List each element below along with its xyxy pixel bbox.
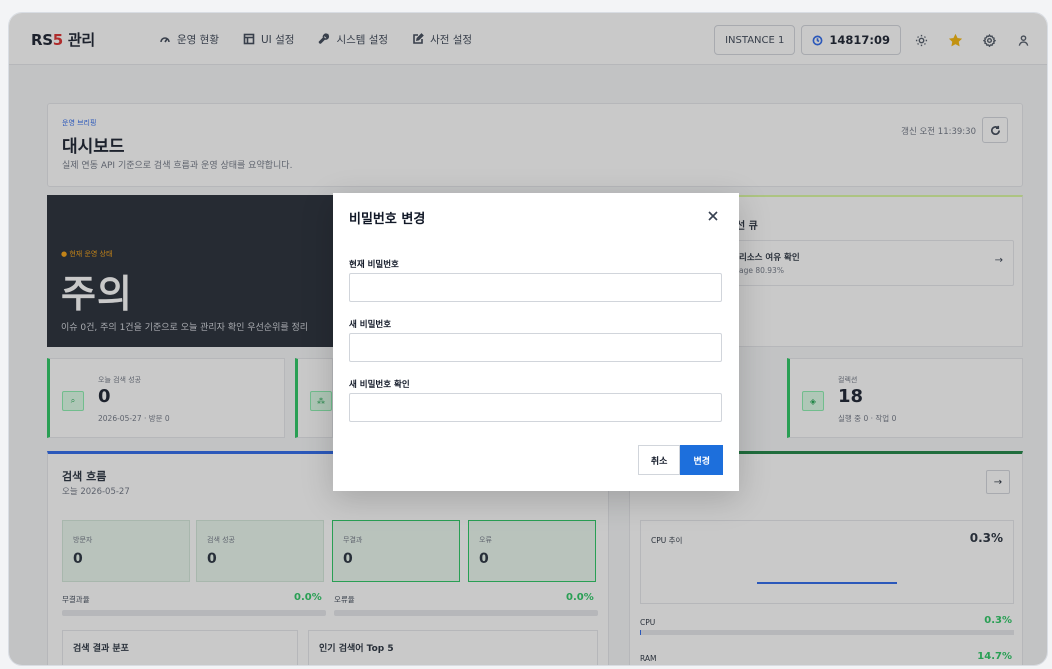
dialog-actions: 취소 변경 bbox=[637, 445, 723, 475]
close-icon bbox=[708, 211, 718, 221]
app-window: RS5 관리 운영 현황 UI 설정 시스템 설정 사전 설정 INSTANCE… bbox=[8, 12, 1048, 666]
change-password-dialog: 비밀번호 변경 현재 비밀번호 새 비밀번호 새 비밀번호 확인 취소 변경 bbox=[333, 193, 739, 491]
current-password-input[interactable] bbox=[349, 273, 722, 302]
confirm-password-input[interactable] bbox=[349, 393, 722, 422]
close-button[interactable] bbox=[707, 207, 723, 223]
cancel-button[interactable]: 취소 bbox=[637, 445, 681, 475]
new-password-label: 새 비밀번호 bbox=[349, 320, 392, 330]
confirm-password-label: 새 비밀번호 확인 bbox=[349, 380, 410, 390]
dialog-title: 비밀번호 변경 bbox=[349, 212, 426, 227]
new-password-input[interactable] bbox=[349, 333, 722, 362]
current-password-label: 현재 비밀번호 bbox=[349, 260, 399, 270]
change-button[interactable]: 변경 bbox=[680, 445, 723, 475]
